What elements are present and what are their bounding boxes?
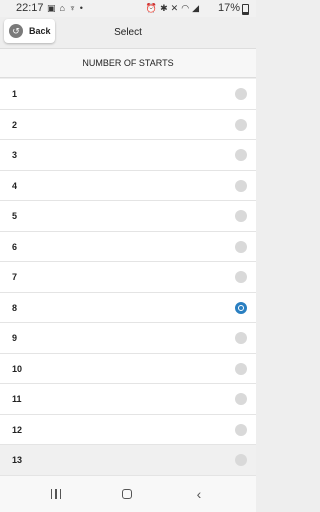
header: ↺ Back Select (0, 17, 256, 48)
dot-icon: • (79, 3, 87, 13)
radio-button-selected[interactable] (235, 301, 247, 314)
option-row[interactable]: 9 (0, 323, 256, 354)
wifi-icon: ◠ (181, 3, 193, 13)
status-right-icons: ⏰✱✕◠◢ (146, 0, 202, 17)
radio-button[interactable] (235, 362, 247, 375)
option-label: 5 (12, 211, 18, 221)
recent-apps-icon (50, 489, 62, 499)
section-header: NUMBER OF STARTS (0, 48, 256, 78)
option-label: 7 (12, 272, 18, 282)
back-chevron-icon: ‹ (196, 486, 202, 502)
system-back-button[interactable]: ‹ (179, 476, 219, 512)
option-row[interactable]: 5 (0, 201, 256, 232)
signal-icon: ◢ (192, 3, 202, 13)
radio-button[interactable] (235, 454, 247, 466)
battery-percent: 17% (217, 2, 240, 14)
option-label: 3 (12, 150, 18, 160)
home-icon (122, 489, 132, 499)
recent-apps-button[interactable] (36, 476, 76, 512)
home-button[interactable] (107, 476, 147, 512)
option-row[interactable]: 11 (0, 384, 256, 415)
status-time: 22:17 (16, 2, 44, 14)
system-nav-bar: ‹ (0, 476, 256, 512)
radio-button[interactable] (235, 240, 247, 253)
mute-icon: ✕ (170, 3, 182, 13)
image-icon: ▣ (47, 3, 60, 13)
radio-button[interactable] (235, 423, 247, 436)
option-row[interactable]: 4 (0, 170, 256, 201)
option-row[interactable]: 2 (0, 109, 256, 140)
option-row[interactable]: 6 (0, 231, 256, 262)
radio-button[interactable] (235, 393, 247, 405)
radio-button[interactable] (235, 332, 247, 344)
option-row[interactable]: 7 (0, 262, 256, 293)
option-label: 8 (12, 302, 18, 313)
radio-button[interactable] (235, 179, 247, 192)
bluetooth-icon: ✱ (160, 3, 171, 13)
alarm-icon: ⏰ (145, 3, 161, 13)
radio-button[interactable] (235, 118, 247, 131)
option-row[interactable]: 8 (0, 292, 256, 323)
option-label: 12 (12, 424, 23, 435)
back-button[interactable]: ↺ Back (4, 19, 55, 43)
option-row[interactable]: 1 (0, 79, 256, 110)
option-row[interactable]: 13 (0, 445, 256, 476)
radio-button[interactable] (235, 210, 247, 222)
back-button-label: Back (29, 26, 51, 36)
option-label: 13 (12, 455, 23, 465)
radio-button[interactable] (235, 88, 247, 100)
option-row[interactable]: 3 (0, 140, 256, 171)
option-label: 10 (12, 363, 23, 374)
status-left-icons: ▣⌂♆• (47, 0, 87, 17)
radio-button[interactable] (235, 271, 247, 283)
back-arrow-icon: ↺ (9, 24, 23, 38)
option-label: 2 (12, 119, 18, 130)
option-row[interactable]: 12 (0, 414, 256, 445)
option-row[interactable]: 10 (0, 353, 256, 384)
option-label: 1 (12, 89, 18, 99)
battery-fill (243, 12, 248, 14)
radio-button[interactable] (235, 149, 247, 161)
option-label: 6 (12, 241, 18, 252)
usb-icon: ♆ (68, 3, 80, 13)
option-label: 9 (12, 333, 18, 343)
battery-icon (242, 4, 249, 15)
cast-icon: ⌂ (59, 3, 69, 13)
option-label: 11 (12, 394, 22, 404)
status-bar: 22:17 ▣⌂♆• ⏰✱✕◠◢ 17% (0, 0, 256, 17)
option-label: 4 (12, 180, 18, 191)
options-list: 1 2 3 4 5 6 7 8 9 10 11 12 13 (0, 79, 256, 476)
